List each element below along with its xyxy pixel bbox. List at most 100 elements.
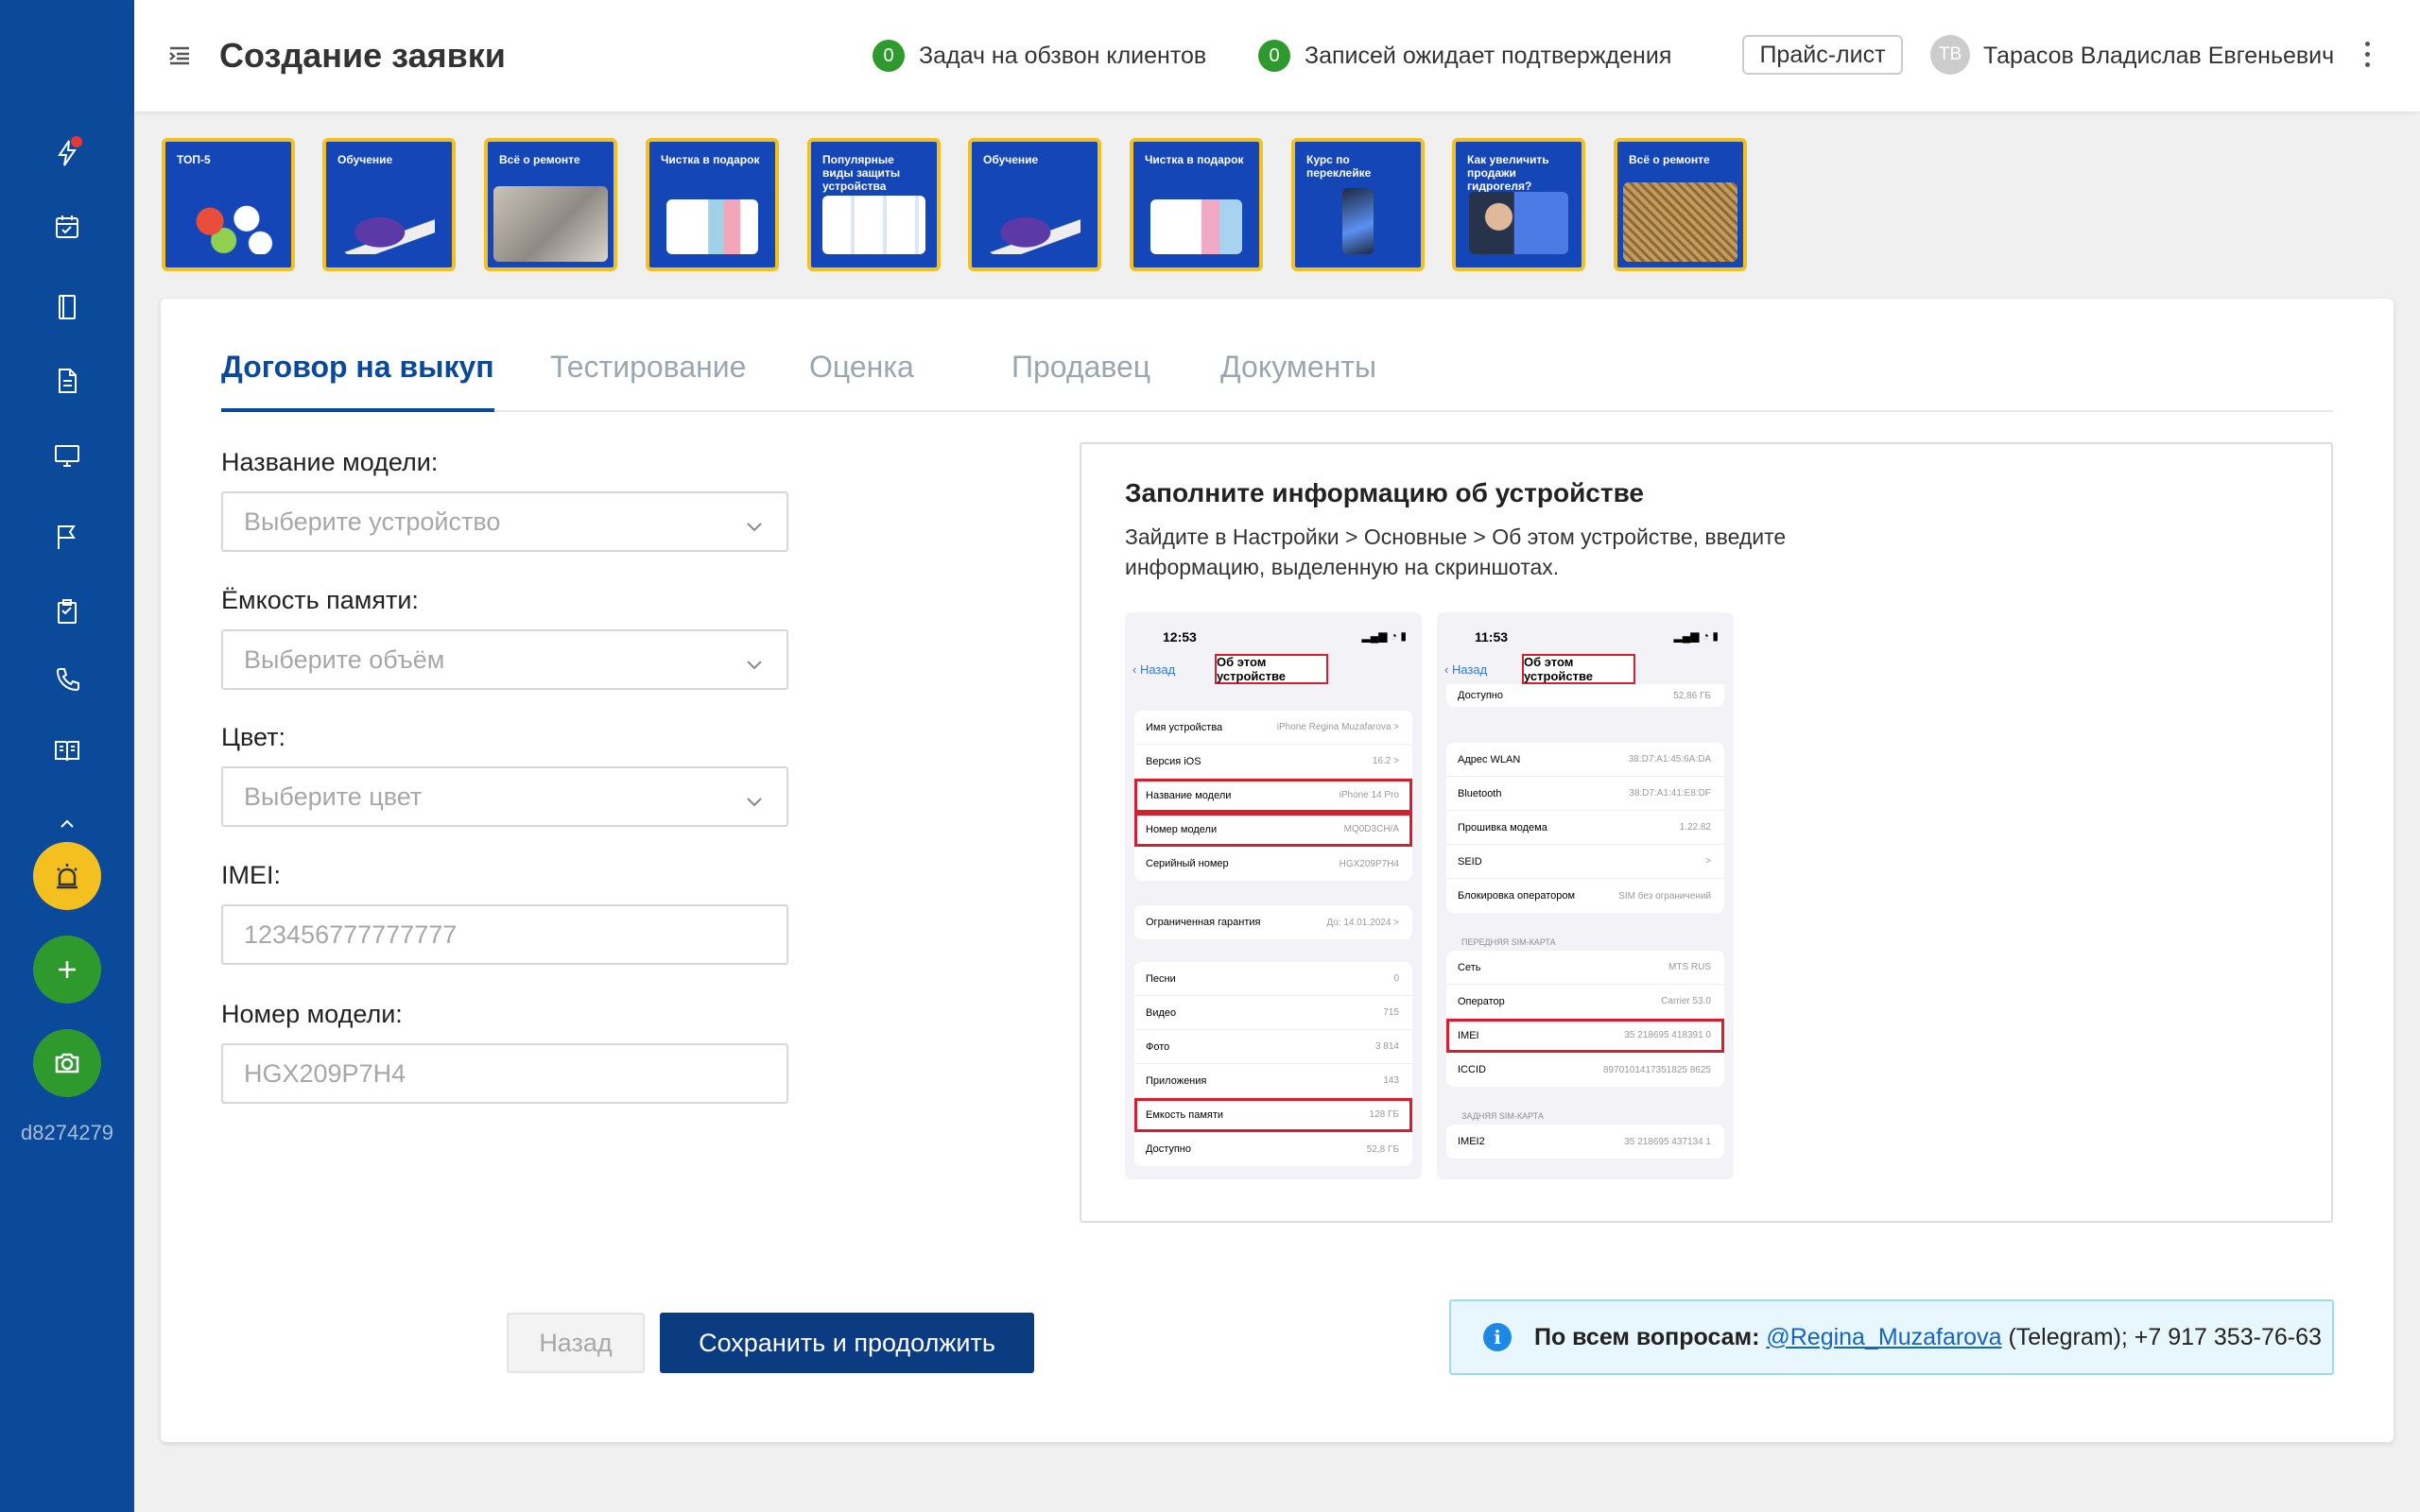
tab-buyout-contract[interactable]: Договор на выкуп [221, 333, 494, 412]
user-id: d8274279 [21, 1121, 113, 1144]
row-label: Фото [1146, 1040, 1170, 1053]
device-info-panel: Заполните информацию об устройстве Зайди… [1080, 442, 2333, 1223]
phone-back-label: Назад [1139, 662, 1176, 677]
signal-wifi-battery-icon: ▂▄▆ ◔ ▮ [1361, 629, 1407, 643]
phone-row: IMEI2 35 218695 437134 1 [1446, 1125, 1724, 1159]
camera-button[interactable] [33, 1029, 101, 1097]
story-thumbnail[interactable]: Чистка в подарок [646, 138, 779, 271]
story-image [493, 186, 608, 262]
imei-input[interactable]: 123456777777777 [221, 904, 788, 965]
monitor-icon[interactable] [48, 437, 86, 474]
tab-evaluation[interactable]: Оценка [809, 333, 914, 412]
row-value: 52,86 ГБ [1673, 690, 1711, 701]
document-icon[interactable] [48, 362, 86, 400]
info-title: Заполните информацию об устройстве [1125, 478, 1644, 507]
model-number-label: Номер модели: [221, 1000, 403, 1028]
row-label: Оператор [1458, 995, 1505, 1007]
pending-count-badge[interactable]: 0 [1258, 40, 1290, 72]
color-select[interactable]: Выберите цвет [221, 766, 788, 827]
story-thumbnail[interactable]: Обучение [322, 138, 456, 271]
phone-section-header: ЗАДНЯЯ SIM-КАРТА [1461, 1111, 1544, 1121]
row-label: SEID [1458, 855, 1482, 868]
phone-row: SEID > [1446, 845, 1724, 879]
main-card: Договор на выкуп Тестирование Оценка Про… [161, 299, 2394, 1442]
calendar-icon[interactable] [48, 208, 86, 246]
calls-link[interactable]: Задач на обзвон клиентов [919, 43, 1206, 70]
pending-link[interactable]: Записей ожидает подтверждения [1305, 43, 1671, 70]
avatar[interactable]: ТВ [1930, 35, 1970, 75]
row-value: 38:D7:A1:45:6A:DA [1628, 754, 1711, 765]
notification-dot [71, 136, 82, 147]
help-banner: i По всем вопросам: @Regina_Muzafarova (… [1449, 1299, 2334, 1375]
story-thumbnail[interactable]: Как увеличить продажи гидрогеля? [1452, 138, 1585, 271]
story-thumbnail[interactable]: ТОП-5 [162, 138, 295, 271]
story-title: Чистка в подарок [661, 153, 760, 166]
row-label: Блокировка оператором [1458, 890, 1576, 902]
chevron-left-icon: ‹ [1444, 662, 1452, 677]
price-list-button[interactable]: Прайс-лист [1742, 35, 1903, 75]
book-icon[interactable] [48, 288, 86, 326]
story-thumbnail[interactable]: Всё о ремонте [1614, 138, 1747, 271]
row-label: Доступно [1146, 1143, 1192, 1155]
imei-label: IMEI: [221, 861, 282, 889]
row-label: Емкость памяти [1146, 1108, 1224, 1121]
menu-toggle-icon[interactable] [166, 43, 193, 69]
phone-row: Прошивка модема 1.22.82 [1446, 811, 1724, 845]
alarm-icon [57, 864, 78, 889]
memory-select[interactable]: Выберите объём [221, 629, 788, 690]
memory-label: Ёмкость памяти: [221, 586, 419, 614]
phone-row: ICCID 8970101417351825 8625 [1446, 1053, 1724, 1087]
add-button[interactable] [33, 936, 101, 1004]
flag-icon[interactable] [48, 518, 86, 556]
tab-documents[interactable]: Документы [1220, 333, 1376, 412]
story-thumbnail[interactable]: Курс по переклейке [1291, 138, 1425, 271]
phone-row: Блокировка оператором SIM без ограничений [1446, 879, 1724, 913]
story-thumbnail[interactable]: Обучение [968, 138, 1101, 271]
row-label: Видео [1146, 1006, 1177, 1019]
row-value: iPhone Regina Muzafarova > [1276, 722, 1399, 732]
row-value: iPhone 14 Pro [1339, 790, 1399, 800]
row-label: Приложения [1146, 1074, 1207, 1087]
tab-testing[interactable]: Тестирование [550, 333, 746, 412]
row-value: До: 14.01.2024 > [1326, 917, 1399, 928]
phone-row: Приложения 143 [1134, 1064, 1412, 1098]
chevron-left-icon: ‹ [1132, 662, 1140, 677]
flash-icon[interactable] [48, 134, 86, 172]
save-continue-button[interactable]: Сохранить и продолжить [660, 1313, 1034, 1373]
phone-row-highlighted: Емкость памяти 128 ГБ [1134, 1098, 1412, 1132]
story-image [1469, 192, 1568, 254]
model-number-input[interactable]: HGX209P7H4 [221, 1043, 788, 1104]
color-label: Цвет: [221, 723, 286, 751]
story-thumbnail[interactable]: Чистка в подарок [1130, 138, 1263, 271]
back-button[interactable]: Назад [507, 1313, 645, 1373]
tab-seller[interactable]: Продавец [1011, 333, 1150, 412]
story-thumbnail[interactable]: Всё о ремонте [484, 138, 617, 271]
phone-icon[interactable] [48, 661, 86, 698]
phone-row-highlighted: Название модели iPhone 14 Pro [1134, 779, 1412, 813]
row-value: 128 ГБ [1369, 1109, 1399, 1120]
row-value: 8970101417351825 8625 [1602, 1064, 1711, 1075]
calls-count-badge[interactable]: 0 [873, 40, 905, 72]
phone-group: Адрес WLAN 38:D7:A1:45:6A:DA Bluetooth 38:… [1446, 743, 1724, 913]
clipboard-icon[interactable] [48, 593, 86, 630]
telegram-link[interactable]: @Regina_Muzafarova [1766, 1324, 2001, 1351]
open-book-icon[interactable] [48, 731, 86, 769]
row-label: Номер модели [1146, 823, 1218, 835]
story-thumbnail[interactable]: Популярные виды защиты устройства [807, 138, 941, 271]
row-label: Доступно [1458, 690, 1504, 701]
tab-bar: Договор на выкуп Тестирование Оценка Про… [221, 333, 2333, 412]
phone-row: Адрес WLAN 38:D7:A1:45:6A:DA [1446, 743, 1724, 777]
user-name[interactable]: Тарасов Владислав Евгеньевич [1983, 43, 2334, 70]
story-image [822, 196, 925, 254]
alarm-button[interactable] [33, 842, 101, 910]
row-label: Версия iOS [1146, 755, 1201, 767]
row-value: 35 218695 418391 0 [1624, 1030, 1711, 1040]
story-image [343, 199, 435, 254]
help-prefix: По всем вопросам: [1534, 1323, 1760, 1350]
more-menu-icon[interactable] [2361, 40, 2373, 72]
chevron-up-icon[interactable] [48, 805, 86, 843]
chevron-down-icon [745, 789, 764, 808]
model-select[interactable]: Выберите устройство [221, 491, 788, 552]
phone-row: Доступно 52,86 ГБ [1446, 684, 1724, 707]
row-label: Имя устройства [1146, 721, 1223, 733]
